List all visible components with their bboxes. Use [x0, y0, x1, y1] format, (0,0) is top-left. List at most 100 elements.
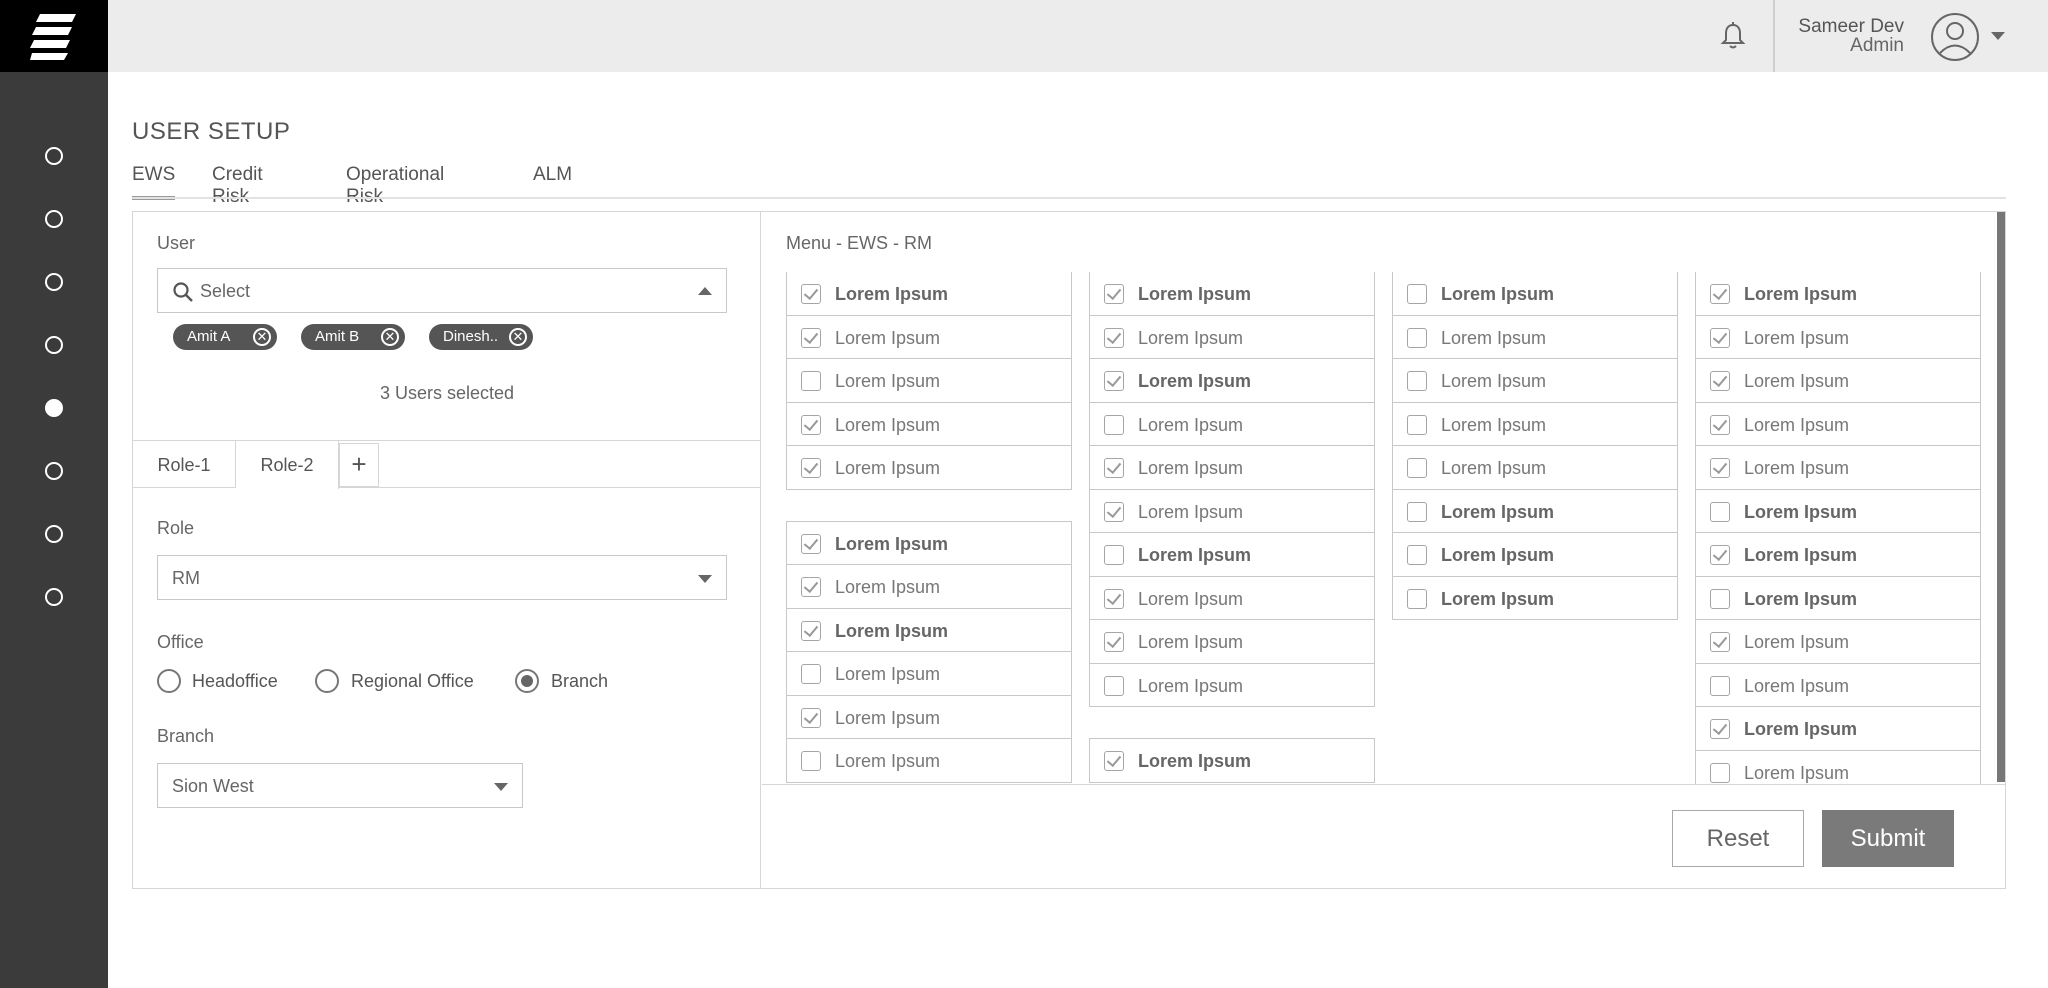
user-menu-chevron-down-icon[interactable]	[1991, 32, 2005, 40]
menu-item-checkbox[interactable]	[1104, 284, 1124, 304]
menu-item[interactable]: Lorem Ipsum	[786, 272, 1072, 316]
menu-item-checkbox[interactable]	[1710, 632, 1730, 652]
user-select[interactable]: Select	[157, 268, 727, 313]
menu-item-checkbox[interactable]	[1710, 371, 1730, 391]
menu-item[interactable]: Lorem Ipsum	[1392, 314, 1678, 359]
menu-item[interactable]: Lorem Ipsum	[1695, 706, 1981, 751]
menu-item[interactable]: Lorem Ipsum	[786, 607, 1072, 652]
menu-item-checkbox[interactable]	[801, 751, 821, 771]
menu-item-checkbox[interactable]	[1104, 751, 1124, 771]
menu-item[interactable]: Lorem Ipsum	[1089, 488, 1375, 533]
chip-close-icon[interactable]: ✕	[509, 328, 527, 346]
menu-item-checkbox[interactable]	[801, 327, 821, 348]
chip-close-icon[interactable]: ✕	[381, 328, 399, 346]
menu-item-checkbox[interactable]	[801, 414, 821, 435]
menu-item[interactable]: Lorem Ipsum	[1089, 662, 1375, 707]
menu-item[interactable]: Lorem Ipsum	[1089, 314, 1375, 359]
menu-item-checkbox[interactable]	[1407, 414, 1427, 435]
menu-item-checkbox[interactable]	[1710, 501, 1730, 522]
menu-item-checkbox[interactable]	[801, 284, 821, 304]
menu-item[interactable]: Lorem Ipsum	[1695, 532, 1981, 577]
menu-item[interactable]: Lorem Ipsum	[1392, 358, 1678, 403]
menu-item[interactable]: Lorem Ipsum	[1089, 619, 1375, 664]
menu-item-checkbox[interactable]	[1407, 327, 1427, 348]
nav-item-1[interactable]	[45, 147, 63, 165]
menu-item-checkbox[interactable]	[1104, 675, 1124, 696]
avatar-icon[interactable]	[1930, 12, 1980, 62]
nav-item-7[interactable]	[45, 525, 63, 543]
menu-item[interactable]: Lorem Ipsum	[786, 314, 1072, 359]
menu-item[interactable]: Lorem Ipsum	[786, 738, 1072, 783]
menu-item[interactable]: Lorem Ipsum	[1695, 358, 1981, 403]
tab-role-1[interactable]: Role-1	[133, 441, 236, 488]
menu-item-checkbox[interactable]	[1710, 458, 1730, 478]
menu-item-checkbox[interactable]	[1104, 458, 1124, 478]
menu-item-checkbox[interactable]	[1710, 675, 1730, 696]
app-logo[interactable]	[0, 0, 108, 72]
menu-item[interactable]: Lorem Ipsum	[1392, 272, 1678, 316]
menu-item[interactable]: Lorem Ipsum	[1392, 575, 1678, 620]
menu-item-checkbox[interactable]	[1710, 284, 1730, 304]
menu-item[interactable]: Lorem Ipsum	[786, 401, 1072, 446]
menu-scroll-area[interactable]: Lorem Ipsum Lorem Ipsum Lorem Ipsum Lorem I…	[762, 272, 2005, 784]
menu-item[interactable]: Lorem Ipsum	[1392, 532, 1678, 577]
menu-item-checkbox[interactable]	[801, 707, 821, 728]
menu-item-checkbox[interactable]	[801, 371, 821, 391]
menu-item-checkbox[interactable]	[1407, 458, 1427, 478]
menu-item[interactable]: Lorem Ipsum	[786, 694, 1072, 739]
menu-item-checkbox[interactable]	[1710, 414, 1730, 435]
radio-branch[interactable]	[515, 669, 539, 693]
add-role-button[interactable]: +	[339, 443, 379, 487]
menu-item-checkbox[interactable]	[1407, 284, 1427, 304]
nav-item-8[interactable]	[45, 588, 63, 606]
menu-item[interactable]: Lorem Ipsum	[1695, 488, 1981, 533]
menu-item-checkbox[interactable]	[1407, 588, 1427, 609]
menu-item[interactable]: Lorem Ipsum	[786, 358, 1072, 403]
menu-item-checkbox[interactable]	[801, 620, 821, 641]
menu-item-checkbox[interactable]	[801, 533, 821, 554]
menu-item[interactable]: Lorem Ipsum	[1392, 445, 1678, 490]
menu-item[interactable]: Lorem Ipsum	[1392, 401, 1678, 446]
chip-close-icon[interactable]: ✕	[253, 328, 271, 346]
role-select[interactable]: RM	[157, 555, 727, 600]
tab-alm[interactable]: ALM	[533, 164, 572, 200]
tab-operational-risk[interactable]: Operational Risk	[346, 164, 444, 207]
menu-item[interactable]: Lorem Ipsum	[786, 651, 1072, 696]
menu-item[interactable]: Lorem Ipsum	[1089, 738, 1375, 783]
menu-item[interactable]: Lorem Ipsum	[1695, 401, 1981, 446]
menu-item[interactable]: Lorem Ipsum	[1695, 619, 1981, 664]
menu-item-checkbox[interactable]	[1104, 545, 1124, 565]
menu-item[interactable]: Lorem Ipsum	[1392, 488, 1678, 533]
menu-item[interactable]: Lorem Ipsum	[1089, 272, 1375, 316]
menu-item[interactable]: Lorem Ipsum	[786, 445, 1072, 490]
menu-item-checkbox[interactable]	[1710, 719, 1730, 739]
menu-item-checkbox[interactable]	[1710, 327, 1730, 348]
menu-item[interactable]: Lorem Ipsum	[1695, 575, 1981, 620]
menu-item-checkbox[interactable]	[1407, 501, 1427, 522]
menu-item-checkbox[interactable]	[1710, 545, 1730, 565]
menu-item-checkbox[interactable]	[1104, 588, 1124, 609]
menu-item-checkbox[interactable]	[1104, 327, 1124, 348]
nav-item-6[interactable]	[45, 462, 63, 480]
menu-item[interactable]: Lorem Ipsum	[1695, 749, 1981, 784]
menu-item[interactable]: Lorem Ipsum	[1089, 401, 1375, 446]
nav-item-2[interactable]	[45, 210, 63, 228]
nav-item-4[interactable]	[45, 336, 63, 354]
radio-headoffice[interactable]	[157, 669, 181, 693]
menu-item[interactable]: Lorem Ipsum	[1089, 575, 1375, 620]
menu-item[interactable]: Lorem Ipsum	[1695, 662, 1981, 707]
menu-item[interactable]: Lorem Ipsum	[786, 520, 1072, 565]
menu-item-checkbox[interactable]	[1407, 545, 1427, 565]
reset-button[interactable]: Reset	[1672, 810, 1804, 867]
menu-item[interactable]: Lorem Ipsum	[786, 564, 1072, 609]
menu-item-checkbox[interactable]	[1710, 762, 1730, 783]
menu-item[interactable]: Lorem Ipsum	[1089, 445, 1375, 490]
tab-credit-risk[interactable]: Credit Risk	[212, 164, 263, 207]
menu-item-checkbox[interactable]	[1104, 371, 1124, 391]
tab-ews[interactable]: EWS	[132, 164, 176, 200]
submit-button[interactable]: Submit	[1822, 810, 1954, 867]
bell-icon[interactable]	[1720, 22, 1746, 50]
menu-item-checkbox[interactable]	[801, 664, 821, 684]
tab-role-2[interactable]: Role-2	[236, 441, 339, 489]
nav-item-5-active[interactable]	[45, 399, 63, 417]
